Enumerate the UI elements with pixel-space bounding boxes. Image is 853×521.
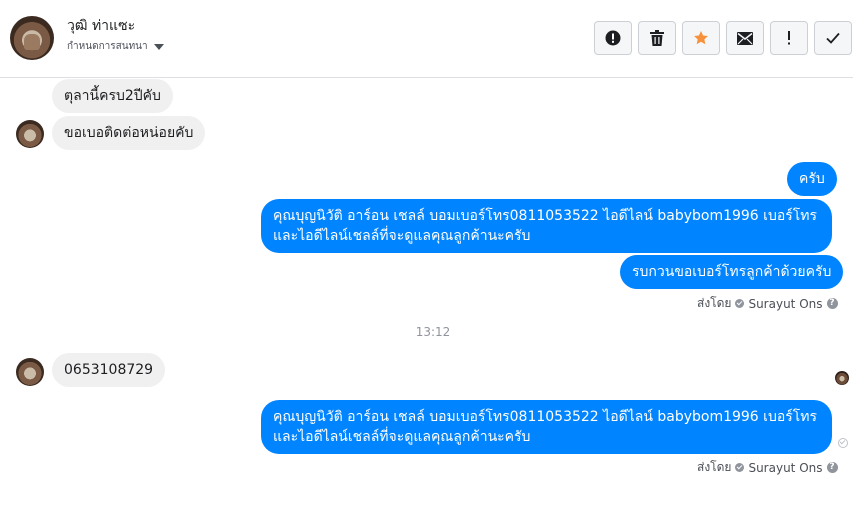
message-outgoing[interactable]: รบกวนขอเบอร์โทรลูกค้าด้วยครับ (620, 255, 844, 289)
contact-avatar-small (16, 120, 44, 148)
chevron-down-icon (153, 43, 164, 50)
mark-unread-button[interactable] (726, 21, 764, 55)
envelope-icon (737, 31, 753, 45)
important-button[interactable] (770, 21, 808, 55)
verified-icon (735, 463, 745, 472)
help-icon[interactable]: ? (826, 462, 838, 473)
conversation-header: วุฒิ ท่าแซะ กำหนดการสนทนา (0, 0, 853, 78)
report-button[interactable] (594, 21, 632, 55)
sent-by-label: ส่งโดย (697, 460, 732, 474)
contact-name[interactable]: วุฒิ ท่าแซะ (67, 15, 135, 37)
message-outgoing[interactable]: คุณบุญนิวัติ อาร์อน เชลล์ บอมเบอร์โทร081… (261, 400, 832, 454)
message-outgoing[interactable]: ครับ (787, 162, 837, 196)
alert-circle-icon (605, 30, 621, 46)
sent-by-label: ส่งโดย (697, 296, 732, 310)
message-timestamp: 13:12 (415, 325, 451, 339)
delivered-check-icon (838, 438, 848, 448)
seen-avatar-icon (835, 371, 849, 385)
action-toolbar (594, 21, 852, 55)
check-icon (826, 32, 840, 44)
done-button[interactable] (814, 21, 852, 55)
exclamation-icon (788, 31, 790, 45)
contact-avatar[interactable] (10, 16, 54, 60)
sender-name[interactable]: Surayut Ons (748, 461, 822, 475)
star-icon (694, 31, 708, 45)
trash-icon (650, 30, 664, 46)
contact-avatar-small (16, 358, 44, 386)
sent-by-line: ส่งโดย Surayut Ons ? (697, 294, 838, 313)
star-button[interactable] (682, 21, 720, 55)
conversation-settings-label: กำหนดการสนทนา (67, 41, 148, 52)
message-incoming[interactable]: 0653108729 (52, 353, 166, 387)
help-icon[interactable]: ? (826, 298, 838, 309)
sent-by-line: ส่งโดย Surayut Ons ? (697, 458, 838, 477)
conversation-settings-dropdown[interactable]: กำหนดการสนทนา (67, 39, 164, 54)
sender-name[interactable]: Surayut Ons (748, 297, 822, 311)
message-incoming[interactable]: ตุลานี้ครบ2ปีคับ (52, 79, 173, 113)
message-incoming[interactable]: ขอเบอติดต่อหน่อยคับ (52, 116, 206, 150)
message-outgoing[interactable]: คุณบุญนิวัติ อาร์อน เชลล์ บอมเบอร์โทร081… (261, 199, 832, 253)
delete-button[interactable] (638, 21, 676, 55)
verified-icon (735, 299, 745, 308)
